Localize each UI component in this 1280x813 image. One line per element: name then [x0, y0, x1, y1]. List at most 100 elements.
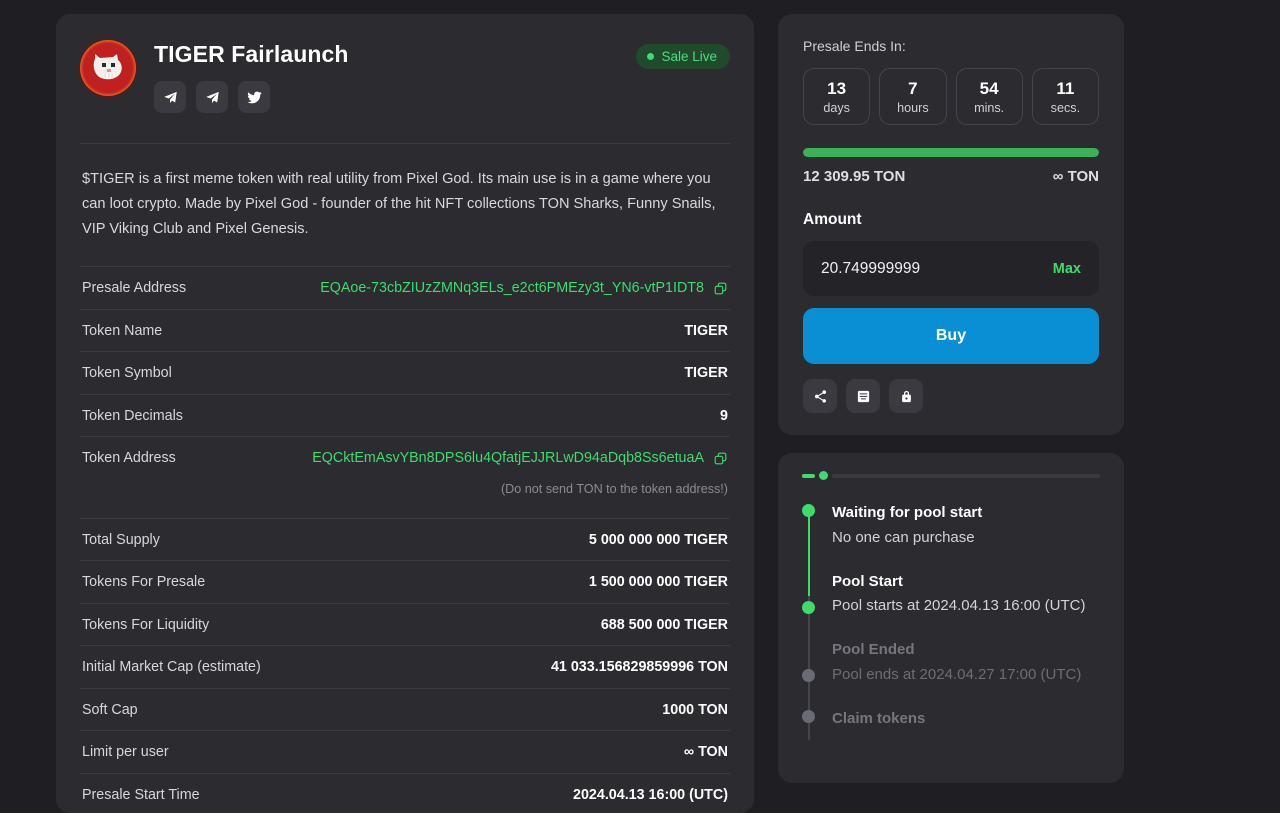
page-title: TIGER Fairlaunch	[154, 42, 618, 67]
timeline-dot-icon	[802, 504, 815, 517]
token-address-note: (Do not send TON to the token address!)	[80, 479, 730, 496]
row-label: Tokens For Presale	[82, 574, 205, 590]
stepper-knob	[819, 471, 828, 480]
pool-timeline: Waiting for pool startNo one can purchas…	[802, 502, 1100, 730]
table-row: Total Supply 5 000 000 000 TIGER	[80, 518, 730, 561]
row-value: 2024.04.13 16:00 (UTC)	[573, 787, 728, 803]
row-label: Presale Start Time	[82, 787, 200, 803]
share-button[interactable]	[803, 379, 837, 413]
row-label: Token Decimals	[82, 408, 183, 424]
tiger-cat-logo-icon	[80, 40, 136, 96]
countdown-box-mins: 54mins.	[956, 68, 1023, 125]
row-value-text: ∞ TON	[684, 744, 728, 760]
row-label: Token Symbol	[82, 365, 172, 381]
countdown-box-secs: 11 secs.	[1032, 68, 1099, 125]
info-table-secondary: Total Supply 5 000 000 000 TIGER Tokens Fo…	[80, 518, 730, 813]
timeline-item: Pool StartPool starts at 2024.04.13 16:0…	[832, 571, 1100, 618]
countdown-timer: 13days7hours54mins. 11 secs.	[803, 68, 1099, 125]
progress-bar-fill	[803, 148, 1099, 157]
status-badge-label: Sale Live	[661, 49, 717, 64]
row-label: Total Supply	[82, 532, 160, 548]
row-value-text: 1000 TON	[662, 702, 728, 718]
row-value-text: 1 500 000 000 TIGER	[589, 574, 728, 590]
table-row: Token Name TIGER	[80, 309, 730, 352]
twitter-icon	[247, 90, 262, 105]
timeline-title: Claim tokens	[832, 708, 1100, 731]
project-description: $TIGER is a first meme token with real u…	[80, 144, 730, 242]
row-value-text: TIGER	[684, 365, 728, 381]
social-links	[154, 81, 618, 113]
telegram-icon-button-2[interactable]	[196, 81, 228, 113]
row-value: TIGER	[684, 365, 728, 381]
row-value: TIGER	[684, 323, 728, 339]
lock-icon	[899, 389, 914, 404]
max-button[interactable]: Max	[1053, 261, 1081, 277]
row-value-text: EQAoe-73cbZIUzZMNq3ELs_e2ct6PMEzy3t_YN6-…	[320, 280, 704, 296]
timeline-item: Pool EndedPool ends at 2024.04.27 17:00 …	[832, 639, 1100, 686]
telegram-icon	[163, 90, 178, 105]
row-label: Token Name	[82, 323, 162, 339]
timeline-item: Claim tokens	[832, 708, 1100, 731]
timeline-dot-icon	[802, 669, 815, 682]
info-table-primary: Presale Address EQAoe-73cbZIUzZMNq3ELs_e2…	[80, 266, 730, 479]
timeline-title: Pool Start	[832, 571, 1100, 594]
table-row: Initial Market Cap (estimate)41 033.1568…	[80, 645, 730, 688]
amount-raised: 12 309.95 TON	[803, 168, 905, 185]
stepper-indicator	[802, 471, 1100, 480]
row-label: Presale Address	[82, 280, 186, 296]
timeline-subtitle: No one can purchase	[832, 527, 1100, 549]
row-label: Tokens For Liquidity	[82, 617, 209, 633]
row-value-text: 688 500 000 TIGER	[601, 617, 728, 633]
telegram-icon-button-1[interactable]	[154, 81, 186, 113]
countdown-value: 11	[1035, 78, 1096, 99]
timeline-dot-icon	[802, 710, 815, 723]
cat-face-icon	[91, 53, 125, 83]
row-value-text: TIGER	[684, 323, 728, 339]
copy-icon[interactable]	[713, 281, 728, 296]
row-value: 688 500 000 TIGER	[601, 617, 728, 633]
countdown-value: 54	[959, 78, 1020, 99]
lock-button[interactable]	[889, 379, 923, 413]
table-row: Tokens For Presale 1 500 000 000 TIGER	[80, 560, 730, 603]
table-row: Token Address EQCktEmAsvYBn8DPS6lu4QfatjE…	[80, 436, 730, 479]
timeline-dot-icon	[802, 601, 815, 614]
row-label: Token Address	[82, 450, 176, 466]
amount-field[interactable]: Max	[803, 241, 1099, 296]
status-badge: Sale Live	[636, 44, 730, 69]
telegram-icon	[205, 90, 220, 105]
list-icon	[856, 389, 871, 404]
row-value-text: 5 000 000 000 TIGER	[589, 532, 728, 548]
row-value: 1 500 000 000 TIGER	[589, 574, 728, 590]
amount-goal: ∞ TON	[1053, 168, 1099, 185]
row-value-text: 41 033.156829859996 TON	[551, 659, 728, 675]
row-value[interactable]: EQAoe-73cbZIUzZMNq3ELs_e2ct6PMEzy3t_YN6-…	[320, 280, 728, 296]
title-block: TIGER Fairlaunch	[154, 40, 618, 113]
table-row: Limit per user∞ TON	[80, 730, 730, 773]
countdown-box-days: 13days	[803, 68, 870, 125]
twitter-icon-button[interactable]	[238, 81, 270, 113]
buy-card: Presale Ends In: 13days7hours54mins.11se…	[778, 14, 1124, 435]
row-value: 1000 TON	[662, 702, 728, 718]
row-value[interactable]: EQCktEmAsvYBn8DPS6lu4QfatjEJJRLwD94aDqb8…	[312, 450, 728, 466]
timeline-subtitle: Pool starts at 2024.04.13 16:00 (UTC)	[832, 595, 1100, 617]
countdown-unit: secs.	[1035, 101, 1096, 115]
right-column: Presale Ends In: 13days7hours54mins.11se…	[778, 14, 1124, 783]
row-value: 5 000 000 000 TIGER	[589, 532, 728, 548]
row-value: 9	[720, 408, 728, 424]
transactions-button[interactable]	[846, 379, 880, 413]
row-value-text: 2024.04.13 16:00 (UTC)	[573, 787, 728, 803]
project-details-card: TIGER Fairlaunch Sale Live	[56, 14, 754, 813]
copy-icon[interactable]	[713, 451, 728, 466]
row-value: 41 033.156829859996 TON	[551, 659, 728, 675]
amount-input[interactable]	[821, 260, 1011, 278]
buy-button[interactable]: Buy	[803, 308, 1099, 364]
timeline-subtitle: Pool ends at 2024.04.27 17:00 (UTC)	[832, 664, 1100, 686]
stepper-segment	[802, 474, 815, 478]
project-header: TIGER Fairlaunch Sale Live	[80, 40, 730, 113]
countdown-unit: hours	[882, 101, 943, 115]
timeline-card: Waiting for pool startNo one can purchas…	[778, 453, 1124, 783]
table-row: Presale Start Time 2024.04.13 16:00 (UTC)	[80, 773, 730, 813]
table-row: Token Symbol TIGER	[80, 351, 730, 394]
countdown-box-hours: 7hours	[879, 68, 946, 125]
table-row: Soft Cap1000 TON	[80, 688, 730, 731]
